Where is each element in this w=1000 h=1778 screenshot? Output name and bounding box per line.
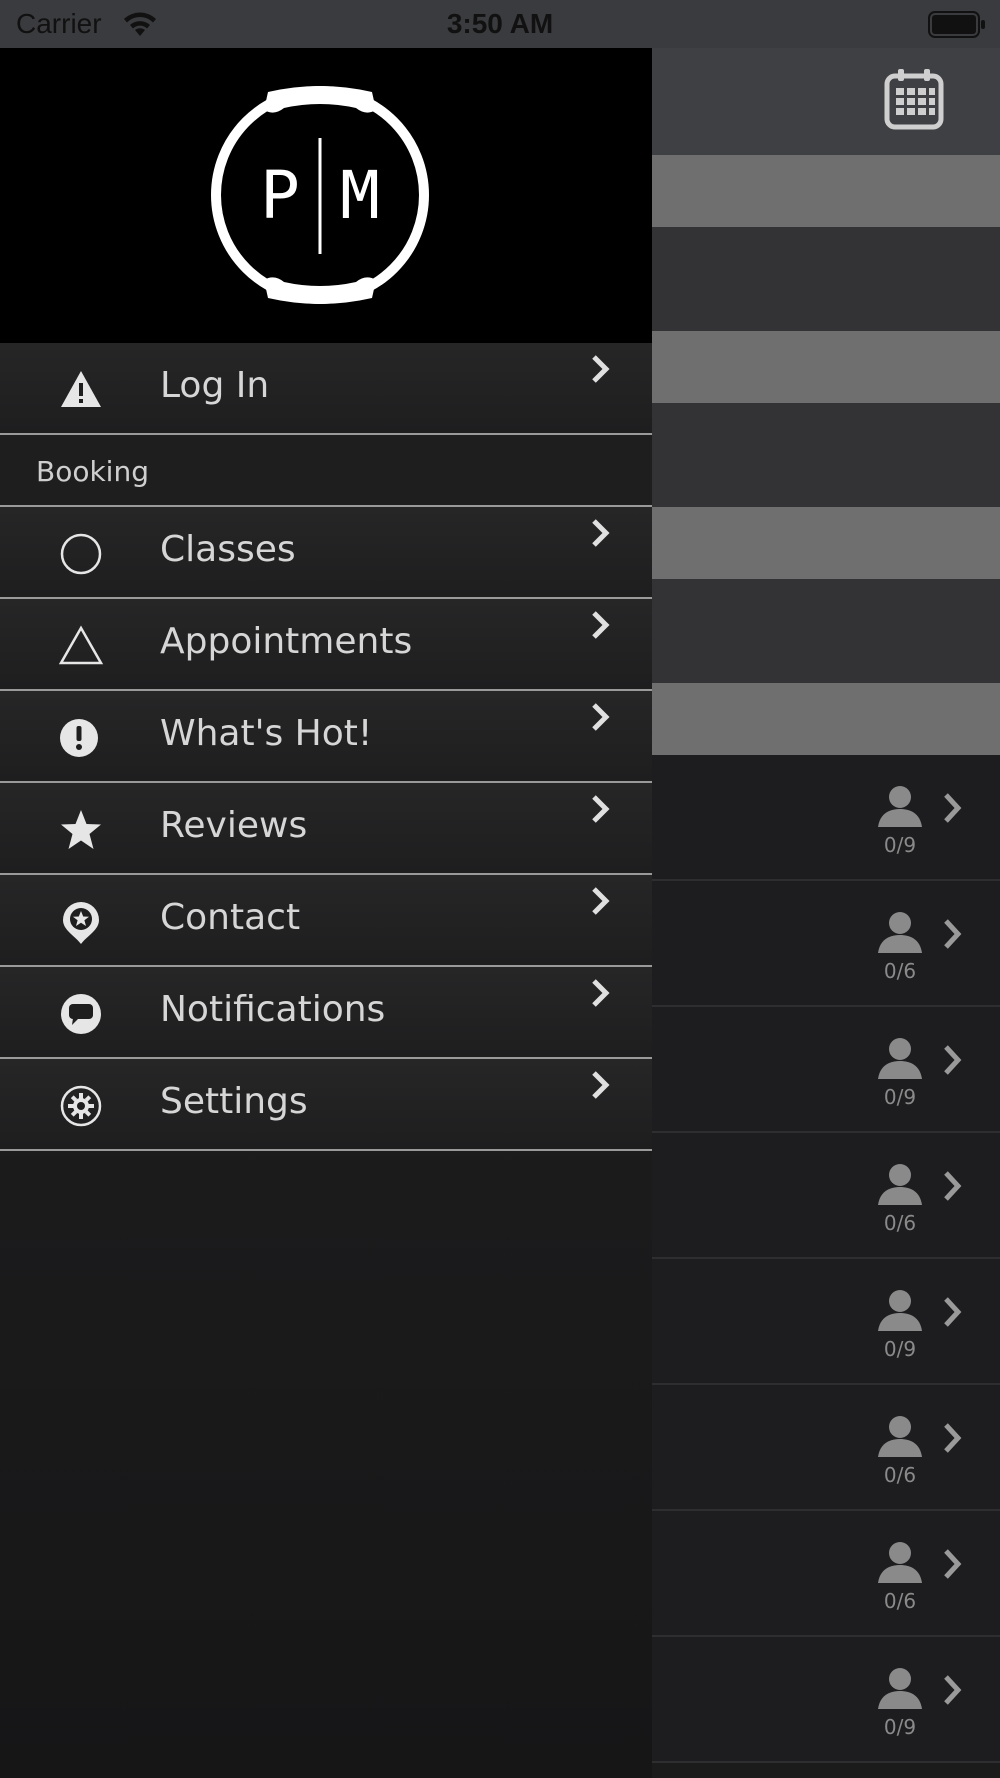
capacity-label: 0/6 xyxy=(883,1211,917,1235)
person-icon xyxy=(878,1416,922,1457)
chevron-right-icon xyxy=(592,519,610,547)
gear-icon xyxy=(60,1085,102,1127)
menu-item-label: Settings xyxy=(160,1081,308,1122)
circle-icon xyxy=(60,533,102,575)
menu-item-log-in[interactable]: Log In xyxy=(0,343,652,435)
logo-letter-m: M xyxy=(340,157,380,234)
star-icon xyxy=(61,810,101,849)
capacity-label: 0/6 xyxy=(883,1463,917,1487)
person-icon xyxy=(878,1542,922,1583)
drawer-header: P M xyxy=(0,48,652,343)
capacity-label: 0/6 xyxy=(883,1589,917,1613)
class-row[interactable]: 0/6 xyxy=(650,1385,1000,1511)
chat-bubble-icon xyxy=(61,994,101,1034)
logo-letter-p: P xyxy=(260,157,300,234)
capacity-label: 0/9 xyxy=(883,833,917,857)
clock-label: 3:50 AM xyxy=(446,8,554,39)
menu-item-classes[interactable]: Classes xyxy=(0,507,652,599)
class-row[interactable]: 0/9 xyxy=(650,1007,1000,1133)
person-icon xyxy=(878,1038,922,1079)
chevron-right-icon xyxy=(592,703,610,731)
location-pin-icon xyxy=(63,902,99,944)
date-header-band xyxy=(650,683,1000,755)
side-drawer: P M Log In Booking Classes Appointments xyxy=(0,48,652,1778)
section-label: Booking xyxy=(36,455,149,488)
menu-item-label: Reviews xyxy=(160,805,308,846)
menu-item-whats-hot[interactable]: What's Hot! xyxy=(0,691,652,783)
chevron-right-icon xyxy=(592,979,610,1007)
capacity-label: 0/9 xyxy=(883,1337,917,1361)
status-bar: Carrier 3:50 AM xyxy=(0,0,1000,48)
warning-icon xyxy=(61,371,101,407)
person-icon xyxy=(878,786,922,827)
exclamation-icon xyxy=(60,719,98,757)
section-header-booking: Booking xyxy=(0,435,652,507)
chevron-right-icon xyxy=(944,1171,962,1201)
menu-item-notifications[interactable]: Notifications xyxy=(0,967,652,1059)
chevron-right-icon xyxy=(944,1675,962,1705)
capacity-label: 0/9 xyxy=(883,1715,917,1739)
chevron-right-icon xyxy=(592,887,610,915)
menu-item-label: What's Hot! xyxy=(160,713,373,754)
calendar-icon[interactable] xyxy=(884,68,944,130)
chevron-right-icon xyxy=(592,795,610,823)
chevron-right-icon xyxy=(944,919,962,949)
date-header-band xyxy=(650,155,1000,227)
menu-item-contact[interactable]: Contact xyxy=(0,875,652,967)
class-row[interactable]: 0/6 xyxy=(650,881,1000,1007)
brand-logo: P M xyxy=(211,86,429,304)
menu-item-reviews[interactable]: Reviews xyxy=(0,783,652,875)
class-row[interactable]: 0/9 xyxy=(650,755,1000,881)
menu-item-appointments[interactable]: Appointments xyxy=(0,599,652,691)
date-header-band xyxy=(650,507,1000,579)
person-icon xyxy=(878,1164,922,1205)
class-row[interactable]: 0/6 xyxy=(650,1133,1000,1259)
chevron-right-icon xyxy=(592,611,610,639)
triangle-icon xyxy=(58,625,104,665)
class-row[interactable]: 0/9 xyxy=(650,1637,1000,1763)
class-row[interactable]: 0/9 xyxy=(650,1259,1000,1385)
menu-item-label: Log In xyxy=(160,365,270,406)
menu-item-label: Appointments xyxy=(160,621,413,662)
content-band xyxy=(650,227,1000,331)
chevron-right-icon xyxy=(592,1071,610,1099)
menu-item-label: Classes xyxy=(160,529,296,570)
person-icon xyxy=(878,1668,922,1709)
menu-item-label: Notifications xyxy=(160,989,386,1030)
battery-icon xyxy=(928,11,985,38)
chevron-right-icon xyxy=(944,1045,962,1075)
content-band xyxy=(650,579,1000,683)
content-band xyxy=(650,403,1000,507)
menu-item-settings[interactable]: Settings xyxy=(0,1059,652,1151)
person-icon xyxy=(878,912,922,953)
person-icon xyxy=(878,1290,922,1331)
chevron-right-icon xyxy=(944,1549,962,1579)
capacity-label: 0/6 xyxy=(883,959,917,983)
chevron-right-icon xyxy=(944,793,962,823)
class-row[interactable]: 0/6 xyxy=(650,1511,1000,1637)
chevron-right-icon xyxy=(944,1297,962,1327)
chevron-right-icon xyxy=(944,1423,962,1453)
chevron-right-icon xyxy=(592,355,610,383)
date-header-band xyxy=(650,331,1000,403)
menu-item-label: Contact xyxy=(160,897,301,938)
capacity-label: 0/9 xyxy=(883,1085,917,1109)
